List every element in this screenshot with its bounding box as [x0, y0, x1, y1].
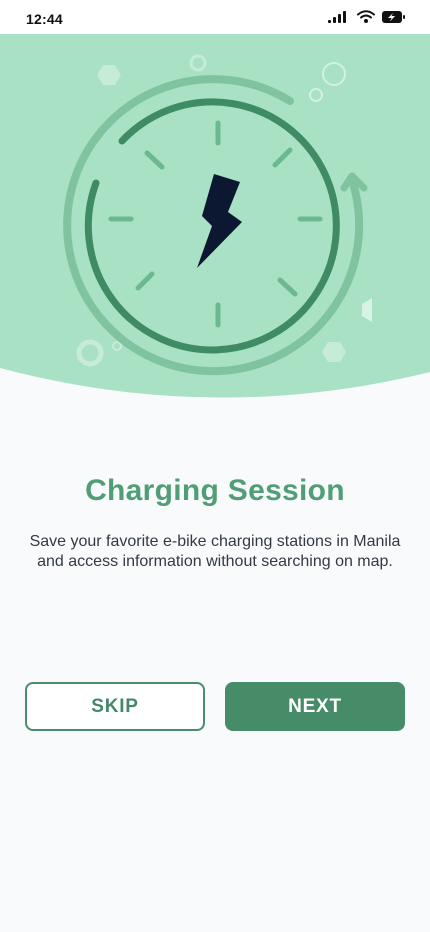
- skip-button[interactable]: SKIP: [25, 682, 205, 731]
- hero-illustration: [0, 34, 430, 398]
- onboarding-description: Save your favorite e-bike charging stati…: [29, 533, 401, 570]
- next-button[interactable]: NEXT: [225, 682, 405, 731]
- status-bar: 12:44: [0, 0, 430, 34]
- battery-charging-icon: [382, 10, 405, 23]
- onboarding-content: Charging Session Save your favorite e-bi…: [0, 470, 430, 572]
- cellular-signal-icon: [328, 10, 346, 23]
- status-time: 12:44: [26, 11, 63, 27]
- status-icons: [328, 10, 406, 23]
- onboarding-title: Charging Session: [85, 474, 345, 507]
- onboarding-screen: 12:44 Charging Session Save your favorit: [0, 0, 430, 932]
- wifi-icon: [357, 10, 375, 23]
